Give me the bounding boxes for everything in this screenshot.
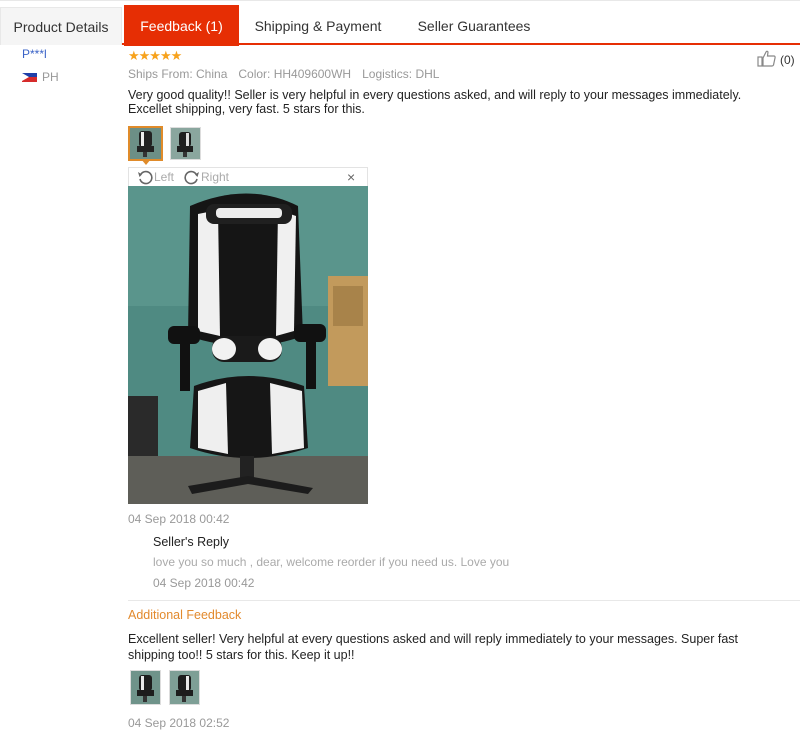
tab-feedback[interactable]: Feedback (1) — [124, 5, 239, 46]
review-meta: Ships From: China Color: HH409600WH Logi… — [128, 67, 439, 81]
product-color: Color: HH409600WH — [238, 67, 352, 81]
tab-seller-guarantees[interactable]: Seller Guarantees — [404, 7, 544, 45]
additional-feedback-text: Excellent seller! Very helpful at every … — [128, 632, 739, 662]
tab-product-details[interactable]: Product Details — [0, 7, 122, 45]
rotate-left-button[interactable]: Left — [137, 169, 174, 185]
additional-feedback-date: 04 Sep 2018 02:52 — [128, 716, 230, 730]
flag-icon — [22, 72, 37, 82]
review-text: Very good quality!! Seller is very helpf… — [128, 88, 742, 116]
seller-reply-text: love you so much , dear, welcome reorder… — [153, 555, 510, 569]
additional-photo-thumb-1[interactable] — [130, 670, 161, 705]
close-icon[interactable]: × — [347, 169, 355, 185]
divider — [128, 600, 800, 601]
additional-feedback-title: Additional Feedback — [128, 608, 242, 622]
seller-reply-date: 04 Sep 2018 00:42 — [153, 576, 255, 590]
helpful-count: (0) — [780, 53, 795, 67]
review-photo-large — [128, 186, 368, 504]
review-photo-thumb-2[interactable] — [170, 127, 201, 160]
reviewer-name: P***l — [22, 47, 47, 61]
star-rating: ★★★★★ — [128, 48, 182, 63]
review-photo-thumb-1[interactable] — [128, 126, 163, 161]
photo-viewer-toolbar: Left Right × — [128, 167, 368, 186]
seller-reply-title: Seller's Reply — [153, 535, 230, 549]
logistics: Logistics: DHL — [362, 67, 440, 81]
country-code: PH — [42, 70, 59, 84]
active-thumb-pointer — [141, 159, 151, 165]
additional-photo-thumb-2[interactable] — [169, 670, 200, 705]
rotate-left-icon — [138, 170, 153, 185]
helpful-button[interactable]: (0) — [757, 50, 795, 70]
tab-bar: Product Details Feedback (1) Shipping & … — [0, 0, 800, 46]
rotate-right-button[interactable]: Right — [184, 169, 229, 185]
thumbs-up-icon — [757, 50, 777, 70]
review-date: 04 Sep 2018 00:42 — [128, 512, 230, 526]
ships-from: Ships From: China — [128, 67, 228, 81]
rotate-right-icon — [184, 170, 199, 185]
reviewer-country: PH — [22, 70, 59, 84]
tab-shipping-payment[interactable]: Shipping & Payment — [242, 7, 394, 45]
